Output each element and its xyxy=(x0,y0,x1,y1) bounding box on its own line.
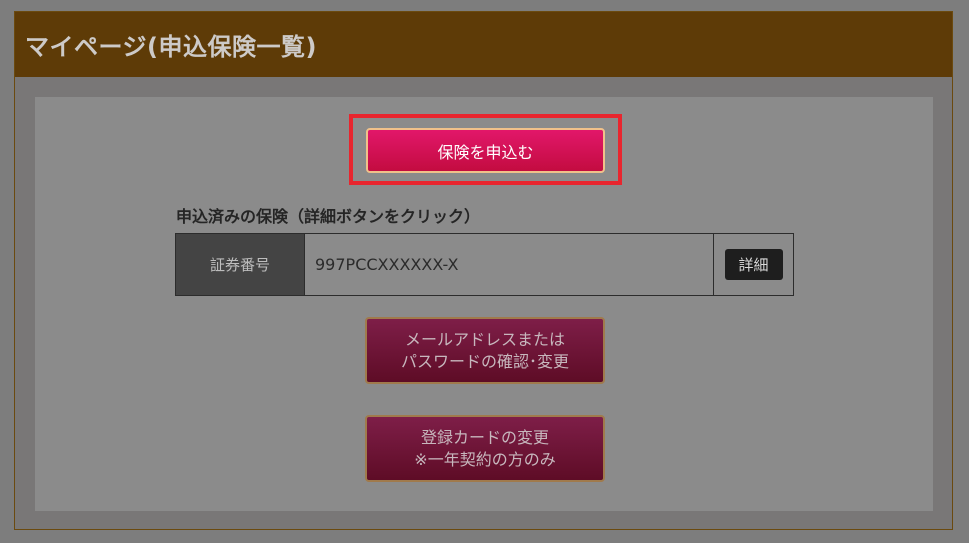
detail-button[interactable]: 詳細 xyxy=(724,249,783,280)
change-card-line1: 登録カードの変更 xyxy=(420,427,549,447)
mypage-panel: マイページ(申込保険一覧) 保険を申込む 申込済みの保険（詳細ボタンをクリック）… xyxy=(14,11,953,530)
apply-insurance-label: 保険を申込む xyxy=(437,142,534,162)
change-card-button[interactable]: 登録カードの変更 ※一年契約の方のみ xyxy=(365,415,605,482)
page-title: マイページ(申込保険一覧) xyxy=(25,33,317,61)
apply-insurance-button[interactable]: 保険を申込む xyxy=(366,128,605,173)
panel-header: マイページ(申込保険一覧) xyxy=(15,12,952,77)
applied-insurance-heading: 申込済みの保険（詳細ボタンをクリック） xyxy=(176,207,481,226)
policy-table: 証券番号 997PCCXXXXXX-X 詳細 xyxy=(175,233,794,296)
content-area: 保険を申込む 申込済みの保険（詳細ボタンをクリック） 証券番号 997PCCXX… xyxy=(35,97,933,511)
policy-action-cell: 詳細 xyxy=(714,234,793,295)
change-email-password-button[interactable]: メールアドレスまたは パスワードの確認･変更 xyxy=(365,317,605,384)
change-card-line2: ※一年契約の方のみ xyxy=(414,449,556,469)
change-email-line1: メールアドレスまたは xyxy=(404,329,565,349)
change-email-line2: パスワードの確認･変更 xyxy=(400,351,569,371)
detail-button-label: 詳細 xyxy=(738,256,769,274)
policy-number-header: 証券番号 xyxy=(176,234,305,295)
policy-number-value: 997PCCXXXXXX-X xyxy=(305,234,714,295)
